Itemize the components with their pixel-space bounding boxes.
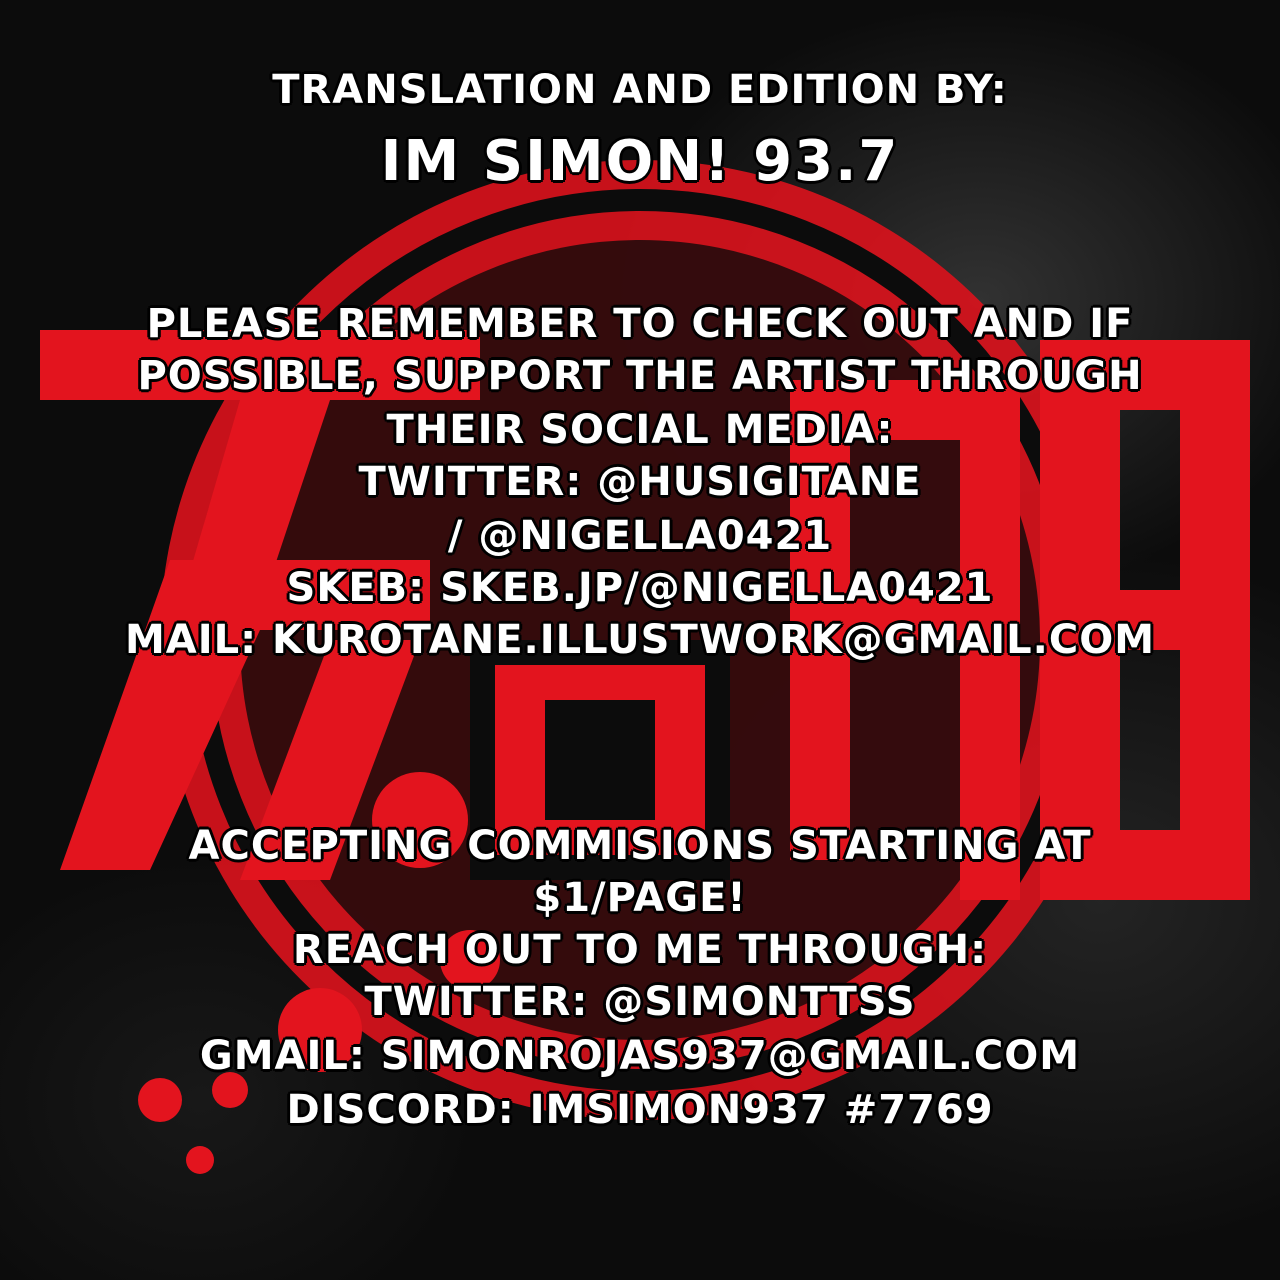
artist-line: THEIR SOCIAL MEDIA: [386,407,894,453]
contact-twitter: TWITTER: @SIMONTTSS [364,979,916,1025]
artist-mail: MAIL: KUROTANE.ILLUSTWORK@GMAIL.COM [124,617,1156,663]
text-overlay: TRANSLATION AND EDITION BY: IM SIMON! 93… [0,0,1280,1280]
artist-twitter-alt: / @NIGELLA0421 [447,513,833,559]
commission-line: ACCEPTING COMMISIONS STARTING AT [188,823,1092,869]
artist-skeb: SKEB: SKEB.JP/@NIGELLA0421 [286,565,994,611]
artist-line: POSSIBLE, SUPPORT THE ARTIST THROUGH [137,353,1143,399]
credits-heading: TRANSLATION AND EDITION BY: [272,67,1008,113]
commission-line: REACH OUT TO ME THROUGH: [292,927,988,973]
contact-gmail: GMAIL: SIMONROJAS937@GMAIL.COM [199,1033,1081,1079]
contact-discord: DISCORD: IMSIMON937 #7769 [286,1087,994,1133]
artist-line: PLEASE REMEMBER TO CHECK OUT AND IF [146,301,1134,347]
credits-page: TRANSLATION AND EDITION BY: IM SIMON! 93… [0,0,1280,1280]
artist-twitter: TWITTER: @HUSIGITANE [358,459,922,505]
translator-name: IM SIMON! 93.7 [380,129,900,194]
commission-price: $1/PAGE! [533,875,747,921]
